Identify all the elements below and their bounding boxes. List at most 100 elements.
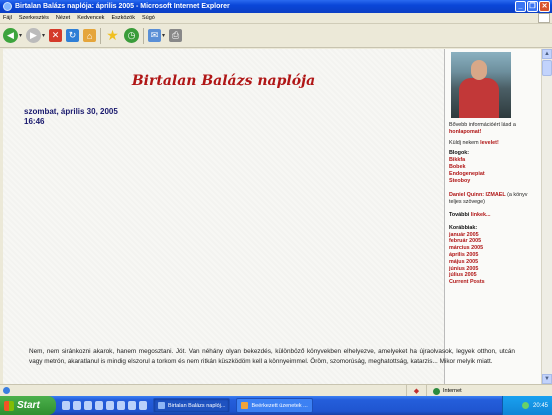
- more-links-label: További: [449, 211, 470, 218]
- post-date-text: szombat, április 30, 2005: [24, 107, 118, 116]
- start-label: Start: [17, 400, 40, 411]
- archive-link[interactable]: április 2005: [449, 252, 537, 259]
- blogs-list: Bikkfa Bobek Endogenepiat Steoboy: [449, 157, 537, 184]
- toolbar-separator: [143, 27, 145, 44]
- refresh-icon[interactable]: ↻: [66, 29, 80, 42]
- book-author: Daniel Quinn:: [449, 192, 485, 199]
- mail-icon[interactable]: ✉: [148, 29, 162, 42]
- post-date: szombat, április 30, 2005 16:46: [24, 107, 118, 127]
- taskbar-item-browser[interactable]: Birtalan Balázs naplój...: [153, 398, 231, 413]
- page-viewport: Birtalan Balázs naplója szombat, április…: [3, 49, 541, 384]
- archive-link[interactable]: január 2005: [449, 232, 537, 239]
- forward-dropdown-icon[interactable]: ▾: [42, 32, 45, 39]
- blogs-heading: Blogok:: [449, 150, 470, 157]
- task-label: Beérkezett üzenetek ...: [251, 402, 308, 409]
- toolbar: ◀ ▾ ▶ ▾ ✕ ↻ ⌂ ★ ◷ ✉ ▾ ⎙: [0, 24, 552, 48]
- mail-dropdown-icon[interactable]: ▾: [162, 32, 165, 39]
- scroll-up-icon[interactable]: ▲: [542, 49, 552, 59]
- menu-help[interactable]: Súgó: [142, 15, 155, 21]
- menu-tools[interactable]: Eszközök: [111, 15, 135, 21]
- archive-section: Korábbiak:: [449, 225, 537, 232]
- archive-heading: Korábbiak:: [449, 224, 478, 231]
- title-bar[interactable]: Birtalan Balázs naplója: április 2005 - …: [0, 0, 552, 13]
- more-links-link[interactable]: linkek...: [471, 212, 491, 218]
- book-info: Daniel Quinn: IZMAEL (a könyv teljes szö…: [449, 192, 537, 206]
- quick-launch: [62, 401, 147, 410]
- scroll-thumb[interactable]: [542, 60, 552, 76]
- globe-icon: [433, 387, 440, 395]
- blog-link[interactable]: Bobek: [449, 164, 537, 171]
- forward-icon[interactable]: ▶: [26, 28, 42, 43]
- print-icon[interactable]: ⎙: [169, 29, 183, 42]
- back-dropdown-icon[interactable]: ▾: [19, 32, 22, 39]
- history-icon[interactable]: ◷: [124, 28, 140, 43]
- book-link[interactable]: IZMAEL: [486, 192, 506, 198]
- more-info-text: Bővebb információért lásd a: [449, 122, 516, 128]
- archive-list: január 2005 február 2005 március 2005 áp…: [449, 232, 537, 286]
- menu-view[interactable]: Nézet: [56, 15, 70, 21]
- quick-launch-icon[interactable]: [139, 401, 147, 410]
- window-title: Birtalan Balázs naplója: április 2005 - …: [15, 3, 230, 10]
- tray-icon[interactable]: [521, 402, 529, 409]
- archive-link[interactable]: június 2005: [449, 266, 537, 273]
- blog-title: Birtalan Balázs naplója: [131, 73, 316, 89]
- mail-info: Küldj nekem levelet!: [449, 140, 537, 147]
- toolbar-separator: [100, 27, 102, 44]
- quick-launch-icon[interactable]: [73, 401, 81, 410]
- mail-text: Küldj nekem: [449, 139, 479, 146]
- blog-link[interactable]: Endogenepiat: [449, 171, 537, 178]
- mail-icon: [241, 402, 249, 409]
- post-body: Nem, nem siránkozni akarok, hanem megosz…: [29, 348, 515, 365]
- menu-file[interactable]: Fájl: [3, 15, 12, 21]
- post-time: 16:46: [24, 117, 45, 126]
- profile-photo: [451, 52, 511, 118]
- clock: 20:45: [532, 402, 548, 409]
- zone-label: Internet: [443, 388, 462, 394]
- blogs-section: Blogok:: [449, 150, 537, 157]
- ie-icon: [158, 402, 165, 409]
- minimize-button[interactable]: _: [515, 1, 526, 12]
- taskbar: Start Birtalan Balázs naplój... Beérkeze…: [0, 396, 552, 415]
- sidebar: Bővebb információért lásd a honlapomat! …: [444, 49, 541, 384]
- ie-window: Birtalan Balázs naplója: április 2005 - …: [0, 0, 552, 415]
- archive-link[interactable]: július 2005: [449, 272, 537, 279]
- windows-flag-icon: [4, 400, 14, 411]
- mail-link[interactable]: levelet!: [480, 140, 499, 146]
- blog-link[interactable]: Bikkfa: [449, 157, 537, 164]
- archive-link[interactable]: február 2005: [449, 238, 537, 245]
- quick-launch-icon[interactable]: [117, 401, 125, 410]
- taskbar-item-mail[interactable]: Beérkezett üzenetek ...: [236, 398, 313, 413]
- back-icon[interactable]: ◀: [3, 28, 18, 43]
- page-status-icon: [3, 387, 10, 394]
- vertical-scrollbar[interactable]: ▲ ▼: [541, 49, 552, 384]
- quick-launch-icon[interactable]: [106, 401, 114, 410]
- close-button[interactable]: ✕: [539, 1, 550, 12]
- stop-icon[interactable]: ✕: [49, 29, 63, 42]
- home-icon[interactable]: ⌂: [83, 29, 97, 42]
- main-column: Birtalan Balázs naplója szombat, április…: [3, 49, 444, 384]
- quick-launch-icon[interactable]: [62, 401, 70, 410]
- scroll-down-icon[interactable]: ▼: [542, 374, 552, 384]
- menu-favorites[interactable]: Kedvencek: [77, 15, 104, 21]
- ie-icon: [3, 2, 12, 11]
- archive-link[interactable]: március 2005: [449, 245, 537, 252]
- window-controls: _ ❐ ✕: [515, 1, 550, 12]
- quick-launch-icon[interactable]: [84, 401, 92, 410]
- more-links: További linkek...: [449, 212, 537, 219]
- homepage-link[interactable]: honlapomat!: [449, 129, 481, 135]
- menu-edit[interactable]: Szerkesztés: [19, 15, 49, 21]
- status-bar: ◆ Internet: [0, 384, 552, 397]
- archive-link[interactable]: május 2005: [449, 259, 537, 266]
- quick-launch-icon[interactable]: [95, 401, 103, 410]
- favorites-icon[interactable]: ★: [105, 27, 120, 43]
- more-info: Bővebb információért lásd a honlapomat!: [449, 122, 537, 136]
- maximize-button[interactable]: ❐: [527, 1, 538, 12]
- system-tray: 20:45: [502, 396, 552, 415]
- menu-bar: Fájl Szerkesztés Nézet Kedvencek Eszközö…: [0, 13, 552, 24]
- task-label: Birtalan Balázs naplój...: [168, 402, 226, 409]
- windows-logo-icon: [538, 13, 550, 23]
- quick-launch-icon[interactable]: [128, 401, 136, 410]
- start-button[interactable]: Start: [0, 396, 56, 415]
- archive-link[interactable]: Current Posts: [449, 279, 537, 286]
- blog-link[interactable]: Steoboy: [449, 178, 537, 185]
